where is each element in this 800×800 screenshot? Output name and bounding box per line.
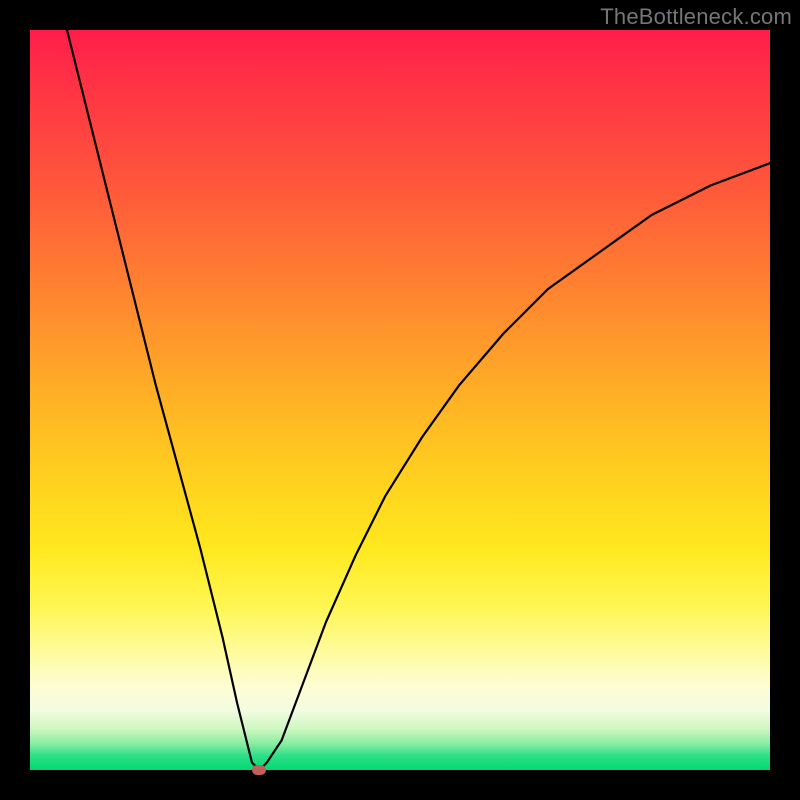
bottleneck-curve — [30, 30, 770, 770]
chart-frame: TheBottleneck.com — [0, 0, 800, 800]
optimum-marker — [252, 765, 266, 775]
watermark-text: TheBottleneck.com — [600, 4, 792, 30]
plot-area — [30, 30, 770, 770]
